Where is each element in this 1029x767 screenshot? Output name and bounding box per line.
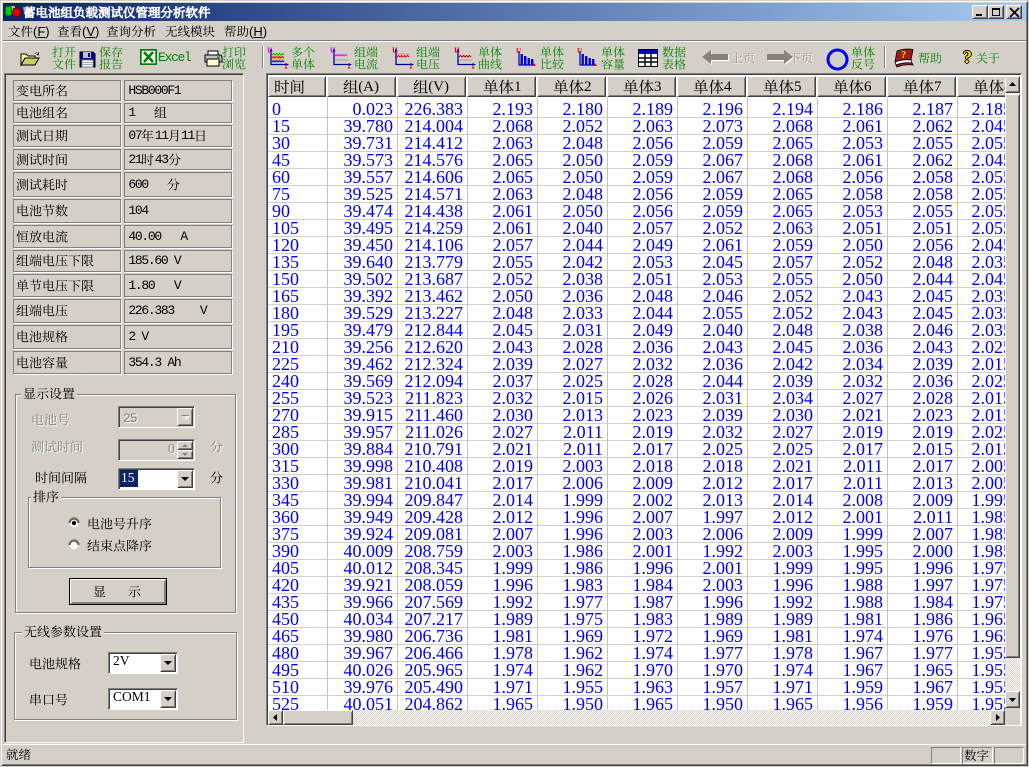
- svg-text:U: U: [454, 47, 460, 55]
- svg-text:?: ?: [901, 50, 906, 61]
- svg-text:U: U: [267, 47, 273, 55]
- svg-text:U: U: [330, 47, 336, 55]
